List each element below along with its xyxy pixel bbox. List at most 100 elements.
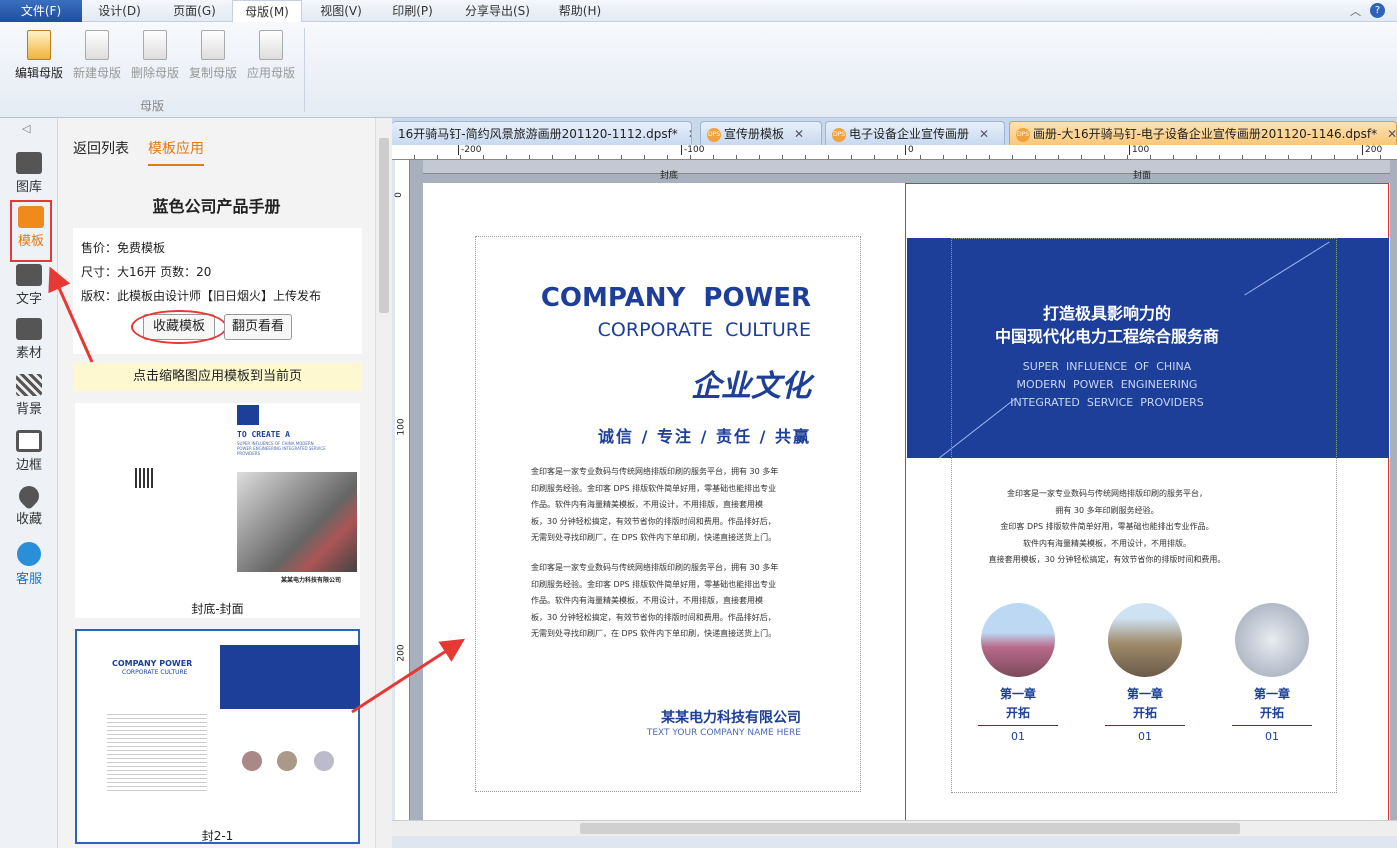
thumb-label: 封底-封面 (191, 602, 244, 616)
sidebar-item-gallery[interactable]: 图库 (6, 152, 52, 195)
tab-doc-1[interactable]: 16开骑马钉-简约风景旅游画册201120-1112.dpsf* ✕ (392, 121, 692, 145)
tab-doc-4-active[interactable]: DPS 画册-大16开骑马钉-电子设备企业宣传画册201120-1146.dpsf… (1009, 121, 1397, 145)
thumb-company: 某某电力科技有限公司 (281, 577, 342, 584)
left-toolbar: ◁ 图库 模板 文字 素材 背景 边框 收藏 客服 (0, 118, 58, 848)
tab-label: 16开骑马钉-简约风景旅游画册201120-1112.dpsf* (398, 127, 678, 141)
scroll-thumb[interactable] (379, 138, 389, 313)
line: 无需到处寻找印刷厂，在 DPS 软件内下单印刷，快递直接送货上门。 (531, 533, 777, 542)
dps-icon: DPS (832, 127, 846, 142)
copy-master-icon (201, 30, 225, 60)
menu-page[interactable]: 页面(G) (157, 0, 232, 22)
sidebar-item-border[interactable]: 边框 (6, 430, 52, 473)
line: 拥有 30 多年印刷服务经验。 (1055, 505, 1159, 515)
thumb-text-lines (107, 711, 207, 791)
panel-scrollbar[interactable] (375, 118, 392, 848)
menu-print[interactable]: 印刷(P) (380, 0, 445, 22)
close-icon[interactable]: ✕ (688, 127, 691, 141)
close-icon[interactable]: ✕ (979, 127, 989, 141)
chapter-photo (1108, 603, 1182, 677)
vertical-ruler: 0 100 200 (394, 160, 410, 820)
tab-doc-3[interactable]: DPS 电子设备企业宣传画册 ✕ (825, 121, 1005, 145)
design-canvas[interactable]: 封底 封面 COMPANY POWER CORPORATE CULTURE 企业… (410, 160, 1397, 823)
apply-master-button[interactable]: 应用母版 (242, 30, 300, 81)
sidebar-item-material[interactable]: 素材 (6, 318, 52, 361)
horizontal-ruler: -200 -100 0 100 200 (392, 145, 1397, 160)
tab-label: 画册-大16开骑马钉-电子设备企业宣传画册201120-1146.dpsf* (1033, 127, 1378, 141)
close-icon[interactable]: ✕ (794, 127, 804, 141)
tab-doc-2[interactable]: DPS 宣传册模板 ✕ (700, 121, 822, 145)
menu-file[interactable]: 文件(F) (0, 0, 82, 22)
menu-help[interactable]: 帮助(H) (545, 0, 615, 22)
template-thumbnail[interactable]: TO CREATE A SUPER INFLUENCE OF CHINA MOD… (75, 403, 360, 618)
edit-master-button[interactable]: 编辑母版 (10, 30, 68, 81)
label: 边框 (15, 458, 42, 473)
template-thumbnail-selected[interactable]: COMPANY POWER CORPORATE CULTURE 封2-1 (75, 629, 360, 844)
thumb-label: 封2-1 (201, 829, 234, 843)
chapter-item: 第一章 开拓 01 (978, 603, 1058, 743)
tab-label: 电子设备企业宣传画册 (849, 127, 970, 141)
sidebar-item-background[interactable]: 背景 (6, 374, 52, 417)
menu-view[interactable]: 视图(V) (305, 0, 377, 22)
line: 作品。软件内有海量精美模板，不用设计，不用排版，直接套用模 (531, 500, 763, 509)
menu-design[interactable]: 设计(D) (82, 0, 157, 22)
new-master-button[interactable]: 新建母版 (68, 30, 126, 81)
highlight-circle (131, 310, 227, 344)
scroll-thumb[interactable] (580, 823, 1240, 834)
heart-icon (14, 481, 44, 511)
line: 金印客是一家专业数码与传统网络排版印刷的服务平台， (1007, 489, 1207, 498)
label: 文字 (15, 292, 42, 307)
label: 收藏 (15, 512, 42, 527)
thumb-blue-header (220, 645, 360, 709)
new-master-icon (85, 30, 109, 60)
label: 应用母版 (246, 66, 295, 80)
left-paragraph-1: 金印客是一家专业数码与传统网络排版印刷的服务平台，拥有 30 多年 印刷服务经验。… (531, 464, 821, 547)
line: 板，30 分钟轻松搞定，有效节省你的排版时间和费用。作品排好后， (531, 612, 776, 622)
line: 直接套用模板，30 分钟轻松搞定，有效节省你的排版时间和费用。 (988, 555, 1226, 564)
chapter-number: 01 (1138, 730, 1152, 743)
sidebar-item-support[interactable]: 客服 (6, 542, 52, 587)
ruler-label: 200 (396, 644, 407, 662)
menu-master[interactable]: 母版(M) (232, 0, 302, 23)
menu-share[interactable]: 分享导出(S) (455, 0, 540, 22)
chapter-number: 01 (1265, 730, 1279, 743)
tab-template-apply[interactable]: 模板应用 (148, 138, 204, 166)
divider (304, 28, 305, 112)
chapter-title: 第一章 (999, 687, 1036, 701)
page-spread[interactable]: COMPANY POWER CORPORATE CULTURE 企业文化 诚信 … (423, 183, 1390, 823)
collapse-ribbon-icon[interactable]: ︿ (1350, 3, 1361, 19)
delete-master-button[interactable]: 删除母版 (126, 30, 184, 81)
values-slogan: 诚信 / 专注 / 责任 / 共赢 (598, 427, 811, 446)
horizontal-scrollbar[interactable] (392, 820, 1397, 836)
line: 板，30 分钟轻松搞定，有效节省你的排版时间和费用。作品排好后， (531, 516, 776, 526)
template-title: 蓝色公司产品手册 (152, 197, 281, 216)
help-icon[interactable]: ? (1370, 3, 1385, 18)
company-name: 某某电力科技有限公司 (661, 710, 801, 726)
chapter-sub: 开拓 (1232, 704, 1312, 726)
label: 素材 (15, 346, 42, 361)
text-icon (16, 264, 42, 286)
sidebar-item-text[interactable]: 文字 (6, 264, 52, 307)
edit-master-icon (27, 30, 51, 60)
chapter-item: 第一章 开拓 01 (1105, 603, 1185, 743)
background-icon (16, 374, 42, 396)
close-icon[interactable]: ✕ (1387, 127, 1396, 141)
line: 无需到处寻找印刷厂，在 DPS 软件内下单印刷，快递直接送货上门。 (531, 629, 777, 638)
tab-label: 宣传册模板 (724, 127, 785, 141)
size: 尺寸：大16开 页数：20 (81, 265, 212, 279)
thumb-city-photo (237, 472, 357, 572)
copy-master-button[interactable]: 复制母版 (184, 30, 242, 81)
sidebar-item-favorites[interactable]: 收藏 (6, 481, 52, 527)
ruler-label: -100 (681, 145, 704, 155)
chapter-title: 第一章 (1253, 687, 1290, 701)
collapse-panel-icon[interactable]: ◁ (22, 122, 30, 135)
line: 印刷服务经验。金印客 DPS 排版软件简单好用，零基础也能排出专业 (531, 579, 777, 589)
line: 作品。软件内有海量精美模板，不用设计，不用排版，直接套用模 (531, 596, 763, 605)
sidebar-item-template[interactable]: 模板 (10, 200, 52, 262)
flip-preview-button[interactable]: 翻页看看 (224, 314, 292, 340)
material-icon (16, 318, 42, 340)
ruler-label: 100 (396, 418, 407, 436)
back-to-list-link[interactable]: 返回列表 (73, 138, 129, 158)
menu-bar: 文件(F) 设计(D) 页面(G) 母版(M) 视图(V) 印刷(P) 分享导出… (0, 0, 1397, 23)
line: 软件内有海量精美模板，不用设计，不用排版。 (1023, 538, 1191, 548)
image-icon (16, 152, 42, 174)
